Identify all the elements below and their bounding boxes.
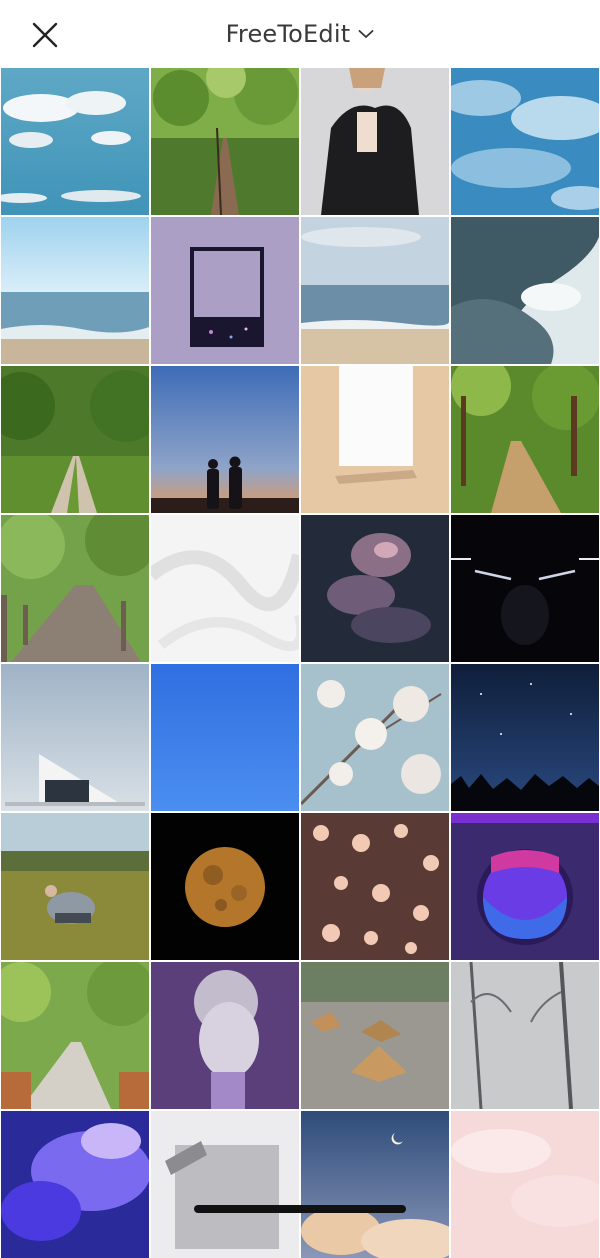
image-tile-polaroid-frame[interactable]	[151, 217, 299, 364]
image-tile-full-moon[interactable]	[151, 813, 299, 960]
image-tile-couple-silhouette[interactable]	[151, 366, 299, 513]
paper-on-wood-thumbnail	[301, 366, 449, 513]
night-clouds-thumbnail	[301, 515, 449, 662]
sea-horizon-thumbnail	[1, 217, 149, 364]
image-tile-pink-clouds[interactable]	[451, 1111, 599, 1258]
plain-blue-sky-thumbnail	[151, 664, 299, 811]
foggy-forest-thumbnail	[451, 962, 599, 1109]
image-tile-statue-head[interactable]	[151, 962, 299, 1109]
image-tile-country-lane[interactable]	[1, 366, 149, 513]
evening-clouds-thumbnail	[301, 1111, 449, 1258]
image-tile-purple-galaxy[interactable]	[1, 1111, 149, 1258]
white-blossoms-thumbnail	[301, 664, 449, 811]
full-moon-thumbnail	[151, 813, 299, 960]
page-title: FreeToEdit	[225, 20, 351, 48]
sky-clouds-thumbnail	[1, 68, 149, 215]
ocean-waves-thumbnail	[451, 217, 599, 364]
image-tile-foggy-forest[interactable]	[451, 962, 599, 1109]
pink-clouds-thumbnail	[451, 1111, 599, 1258]
top-bar: FreeToEdit	[0, 0, 600, 68]
image-tile-evening-clouds[interactable]	[301, 1111, 449, 1258]
man-field-thumbnail	[1, 813, 149, 960]
image-tile-heart-bokeh[interactable]	[301, 813, 449, 960]
beach-thumbnail	[301, 217, 449, 364]
paper-note-thumbnail	[151, 1111, 299, 1258]
close-icon	[32, 22, 58, 48]
image-tile-beach-shore[interactable]	[301, 217, 449, 364]
source-filter-dropdown[interactable]: FreeToEdit	[190, 14, 410, 54]
image-tile-blue-sky-clouds[interactable]	[451, 68, 599, 215]
home-indicator[interactable]	[194, 1205, 406, 1213]
chevron-down-icon	[358, 30, 374, 38]
image-tile-light-streaks[interactable]	[451, 515, 599, 662]
purple-galaxy-thumbnail	[1, 1111, 149, 1258]
image-tile-blank-paper[interactable]	[301, 366, 449, 513]
image-tile-night-clouds[interactable]	[301, 515, 449, 662]
image-tile-white-fabric[interactable]	[151, 515, 299, 662]
heart-bokeh-thumbnail	[301, 813, 449, 960]
forest-road-thumbnail	[151, 68, 299, 215]
image-tile-modern-building[interactable]	[1, 664, 149, 811]
autumn-leaves-thumbnail	[301, 962, 449, 1109]
image-tile-woman-black-dress[interactable]	[301, 68, 449, 215]
light-streaks-thumbnail	[451, 515, 599, 662]
image-tile-paper-note[interactable]	[151, 1111, 299, 1258]
starry-night-thumbnail	[451, 664, 599, 811]
image-tile-starry-night[interactable]	[451, 664, 599, 811]
image-tile-autumn-leaves[interactable]	[301, 962, 449, 1109]
image-tile-tree-path[interactable]	[1, 962, 149, 1109]
image-tile-white-blossoms[interactable]	[301, 664, 449, 811]
image-grid	[0, 68, 600, 1258]
image-tile-man-field[interactable]	[1, 813, 149, 960]
blue-sky-thumbnail	[451, 68, 599, 215]
polaroid-frame-thumbnail	[151, 217, 299, 364]
woman-thumbnail	[301, 68, 449, 215]
image-tile-forest-road[interactable]	[151, 68, 299, 215]
tree-path-thumbnail	[1, 962, 149, 1109]
boardwalk-thumbnail	[1, 515, 149, 662]
image-tile-forest-trail[interactable]	[451, 366, 599, 513]
image-tile-sky-clouds[interactable]	[1, 68, 149, 215]
purple-drip-thumbnail	[451, 813, 599, 960]
modern-building-thumbnail	[1, 664, 149, 811]
image-tile-plain-blue-sky[interactable]	[151, 664, 299, 811]
image-tile-boardwalk[interactable]	[1, 515, 149, 662]
forest-trail-thumbnail	[451, 366, 599, 513]
statue-head-thumbnail	[151, 962, 299, 1109]
couple-sunset-thumbnail	[151, 366, 299, 513]
close-button[interactable]	[22, 12, 68, 58]
image-tile-purple-drip[interactable]	[451, 813, 599, 960]
image-tile-ocean-waves[interactable]	[451, 217, 599, 364]
country-lane-thumbnail	[1, 366, 149, 513]
image-tile-sea-horizon[interactable]	[1, 217, 149, 364]
white-fabric-thumbnail	[151, 515, 299, 662]
